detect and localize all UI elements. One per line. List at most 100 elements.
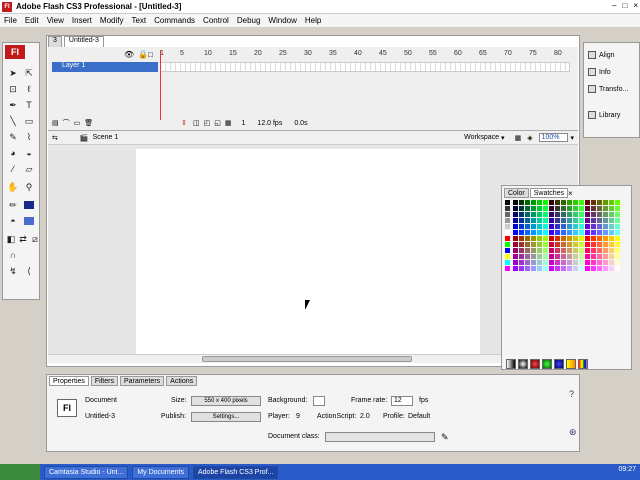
eyedropper-icon[interactable]: ⁄ — [7, 163, 19, 175]
black-white-icon[interactable]: ◧ — [5, 233, 17, 245]
swatch[interactable] — [579, 242, 584, 247]
onion-outline-icon[interactable]: ◰ — [204, 119, 211, 127]
swatch[interactable] — [525, 236, 530, 241]
text-tool-icon[interactable]: T — [23, 99, 35, 111]
swatch[interactable] — [549, 206, 554, 211]
swatch[interactable] — [543, 266, 548, 271]
menu-file[interactable]: File — [0, 16, 21, 25]
swatch[interactable] — [505, 260, 510, 265]
scrollbar-thumb[interactable] — [202, 356, 412, 362]
help-icon[interactable]: ? — [569, 389, 574, 399]
swatch[interactable] — [531, 260, 536, 265]
swatch[interactable] — [543, 224, 548, 229]
ink-bottle-icon[interactable]: ◕ — [7, 147, 19, 159]
swatch[interactable] — [603, 212, 608, 217]
swatch[interactable] — [525, 200, 530, 205]
tab-color[interactable]: Color — [504, 188, 529, 198]
swatch[interactable] — [597, 206, 602, 211]
insert-layer-icon[interactable]: ▤ — [52, 119, 59, 127]
edit-class-icon[interactable]: ✎ — [441, 432, 449, 443]
swatch[interactable] — [567, 230, 572, 235]
swatch[interactable] — [603, 206, 608, 211]
edit-symbol-icon[interactable]: ◈ — [527, 134, 532, 142]
swatch[interactable] — [585, 200, 590, 205]
tab-filters[interactable]: Filters — [90, 376, 118, 386]
swatch[interactable] — [531, 206, 536, 211]
swatch[interactable] — [585, 266, 590, 271]
swatch[interactable] — [519, 260, 524, 265]
swatch[interactable] — [531, 200, 536, 205]
menu-edit[interactable]: Edit — [21, 16, 43, 25]
swatch[interactable] — [519, 218, 524, 223]
menu-commands[interactable]: Commands — [150, 16, 199, 25]
swatch[interactable] — [549, 212, 554, 217]
swatch[interactable] — [555, 212, 560, 217]
swatch[interactable] — [561, 206, 566, 211]
swatch[interactable] — [591, 248, 596, 253]
swatch[interactable] — [531, 254, 536, 259]
swatch[interactable] — [567, 236, 572, 241]
swatch[interactable] — [537, 236, 542, 241]
swatch[interactable] — [609, 236, 614, 241]
swatch[interactable] — [537, 230, 542, 235]
swatch[interactable] — [537, 200, 542, 205]
menu-insert[interactable]: Insert — [68, 16, 96, 25]
snap-magnet-icon[interactable]: ∩ — [7, 249, 19, 261]
start-button[interactable] — [0, 464, 40, 480]
menu-modify[interactable]: Modify — [96, 16, 128, 25]
fill-color-icon[interactable]: ◓ — [7, 215, 19, 227]
swatch[interactable] — [525, 230, 530, 235]
swatch[interactable] — [585, 254, 590, 259]
swatch[interactable] — [573, 260, 578, 265]
document-class-input[interactable] — [325, 432, 435, 442]
swatch[interactable] — [543, 242, 548, 247]
swatch[interactable] — [561, 254, 566, 259]
swatch[interactable] — [549, 230, 554, 235]
swatch[interactable] — [513, 254, 518, 259]
swatch[interactable] — [615, 212, 620, 217]
size-button[interactable]: 550 x 400 pixels — [191, 396, 261, 406]
doc-tab-3[interactable]: 3 — [48, 36, 62, 47]
swatch[interactable] — [597, 236, 602, 241]
swatch[interactable] — [537, 254, 542, 259]
no-color-icon[interactable]: ⧄ — [29, 233, 41, 245]
gradient-swatch[interactable] — [566, 359, 576, 369]
horizontal-scrollbar[interactable] — [48, 354, 578, 363]
edit-scene-icon[interactable]: ▦ — [515, 134, 522, 142]
eraser-icon[interactable]: ▱ — [23, 163, 35, 175]
swatch[interactable] — [591, 236, 596, 241]
swatch[interactable] — [567, 200, 572, 205]
swatch[interactable] — [603, 242, 608, 247]
swatch[interactable] — [597, 254, 602, 259]
swatch[interactable] — [597, 218, 602, 223]
workspace-menu[interactable]: Workspace — [464, 134, 499, 141]
rectangle-tool-icon[interactable]: ▭ — [23, 115, 35, 127]
swatch[interactable] — [531, 248, 536, 253]
swatch[interactable] — [525, 266, 530, 271]
swatch[interactable] — [585, 260, 590, 265]
swatch[interactable] — [513, 218, 518, 223]
swatch[interactable] — [609, 230, 614, 235]
swatch[interactable] — [573, 206, 578, 211]
swatch[interactable] — [543, 230, 548, 235]
swatch[interactable] — [543, 212, 548, 217]
swatch[interactable] — [573, 254, 578, 259]
swatch[interactable] — [513, 206, 518, 211]
swatch[interactable] — [519, 200, 524, 205]
swatch[interactable] — [561, 224, 566, 229]
swatch[interactable] — [555, 230, 560, 235]
zoom-select[interactable]: 100% — [538, 133, 569, 142]
swatch[interactable] — [549, 266, 554, 271]
swatch[interactable] — [513, 200, 518, 205]
swatch[interactable] — [549, 224, 554, 229]
folder-icon[interactable]: ▭ — [74, 119, 81, 127]
menu-window[interactable]: Window — [264, 16, 300, 25]
dock-align[interactable]: Align — [588, 51, 615, 59]
swatch[interactable] — [543, 218, 548, 223]
swatch[interactable] — [615, 248, 620, 253]
swatch[interactable] — [519, 236, 524, 241]
settings-button[interactable]: Settings... — [191, 412, 261, 422]
swatch[interactable] — [537, 212, 542, 217]
swatch[interactable] — [591, 260, 596, 265]
background-color-swatch[interactable] — [313, 396, 325, 406]
